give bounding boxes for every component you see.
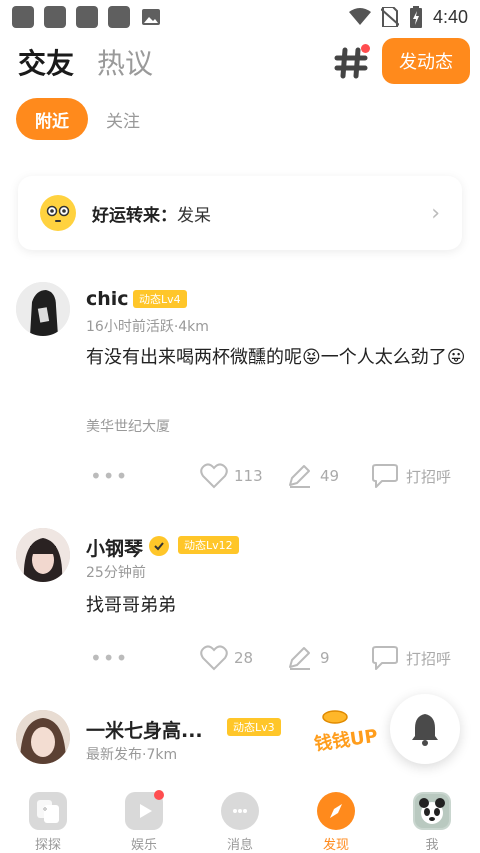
notification-dot: [361, 44, 370, 53]
nav-label: 发现: [322, 838, 349, 853]
post-actions: ••• 113 49 打招呼: [90, 461, 470, 491]
comment-count: 9: [320, 649, 330, 667]
comment-count: 49: [320, 467, 340, 485]
cards-icon: [29, 792, 67, 830]
fortune-banner[interactable]: 好运转来： 发呆 ›: [18, 176, 462, 250]
tab-hot-topics[interactable]: 热议: [97, 42, 153, 82]
nav-discover[interactable]: 发现: [288, 784, 384, 853]
more-options-icon[interactable]: •••: [90, 464, 128, 488]
chevron-right-icon: ›: [431, 200, 440, 226]
greet-button[interactable]: 打招呼: [370, 645, 451, 671]
pencil-icon: [289, 647, 310, 670]
subtab-nearby[interactable]: 附近: [16, 98, 88, 140]
nav-label: 探探: [34, 838, 61, 853]
hashtag-button[interactable]: [334, 44, 370, 80]
notification-dot: [154, 790, 164, 800]
like-button[interactable]: 28: [200, 645, 253, 671]
post-content: 找哥哥弟弟: [86, 595, 176, 616]
like-button[interactable]: 113: [200, 463, 263, 489]
nav-me[interactable]: 我: [384, 784, 480, 853]
heart-icon: [200, 463, 228, 489]
notification-icons: [12, 6, 162, 28]
coin-icon: [322, 710, 348, 724]
comment-button[interactable]: 49: [286, 463, 339, 489]
username[interactable]: chic: [86, 288, 129, 310]
feed-post[interactable]: 小钢琴 动态Lv12 25分钟前 找哥哥弟弟 ••• 28 9 打招呼: [0, 526, 480, 696]
greet-label: 打招呼: [406, 467, 452, 486]
greet-button[interactable]: 打招呼: [370, 463, 451, 489]
avatar: [413, 792, 451, 830]
banner-title: 好运转来：: [92, 205, 177, 226]
post-content: 有没有出来喝两杯微醺的呢😝一个人太么劲了😛: [86, 347, 466, 368]
avatar[interactable]: [16, 710, 70, 764]
no-sim-icon: [380, 7, 399, 27]
top-header: 交友 热议 发动态: [0, 38, 480, 88]
subtab-following[interactable]: 关注: [106, 107, 140, 132]
more-options-icon[interactable]: •••: [90, 646, 128, 670]
like-count: 28: [234, 649, 254, 667]
nav-swipe[interactable]: 探探: [0, 784, 96, 853]
post-actions: ••• 28 9 打招呼: [90, 643, 470, 673]
level-badge: 动态Lv12: [178, 536, 239, 554]
chat-bubble-icon: [372, 464, 398, 488]
nav-messages[interactable]: 消息: [192, 784, 288, 853]
image-icon: [142, 9, 160, 25]
post-moment-button[interactable]: 发动态: [382, 38, 470, 84]
level-badge: 动态Lv4: [133, 290, 187, 308]
clock: 4:40: [432, 6, 468, 27]
chat-bubble-icon: [372, 646, 398, 670]
bottom-navigation: 探探 娱乐 消息 发现 我: [0, 784, 480, 853]
like-count: 113: [234, 467, 263, 485]
sub-tabs: 附近 关注: [16, 98, 140, 140]
nav-entertainment[interactable]: 娱乐: [96, 784, 192, 853]
chat-icon: [221, 792, 259, 830]
comment-button[interactable]: 9: [286, 645, 330, 671]
heart-icon: [200, 645, 228, 671]
battery-charging-icon: [409, 6, 422, 28]
post-meta: 25分钟前: [86, 565, 146, 581]
verified-check-icon: [149, 536, 169, 556]
promo-text: 钱钱UP: [313, 725, 380, 756]
notification-bell-button[interactable]: [390, 694, 460, 764]
banner-text: 发呆: [177, 205, 211, 226]
app-notification-icon: [44, 6, 66, 28]
nav-label: 我: [425, 838, 439, 853]
avatar[interactable]: [16, 282, 70, 336]
post-meta: 最新发布·7km: [86, 747, 178, 763]
nav-label: 消息: [226, 838, 253, 853]
app-notification-icon: [108, 6, 130, 28]
greet-label: 打招呼: [406, 649, 452, 668]
compass-icon: [317, 792, 355, 830]
app-notification-icon: [76, 6, 98, 28]
status-bar: 4:40: [0, 0, 480, 34]
post-location: 美华世纪大厦: [86, 419, 170, 435]
post-meta: 16小时前活跃·4km: [86, 319, 209, 335]
app-notification-icon: [12, 6, 34, 28]
feed-post[interactable]: chic 动态Lv4 16小时前活跃·4km 有没有出来喝两杯微醺的呢😝一个人太…: [0, 280, 480, 510]
flushed-face-icon: [40, 195, 76, 231]
pencil-icon: [289, 465, 310, 488]
username[interactable]: 一米七身高...: [86, 716, 203, 743]
username[interactable]: 小钢琴: [86, 534, 143, 561]
tab-friends[interactable]: 交友: [18, 42, 74, 82]
wifi-icon: [348, 8, 371, 25]
avatar[interactable]: [16, 528, 70, 582]
level-badge: 动态Lv3: [227, 718, 281, 736]
nav-label: 娱乐: [130, 838, 157, 853]
bell-icon: [412, 714, 438, 746]
